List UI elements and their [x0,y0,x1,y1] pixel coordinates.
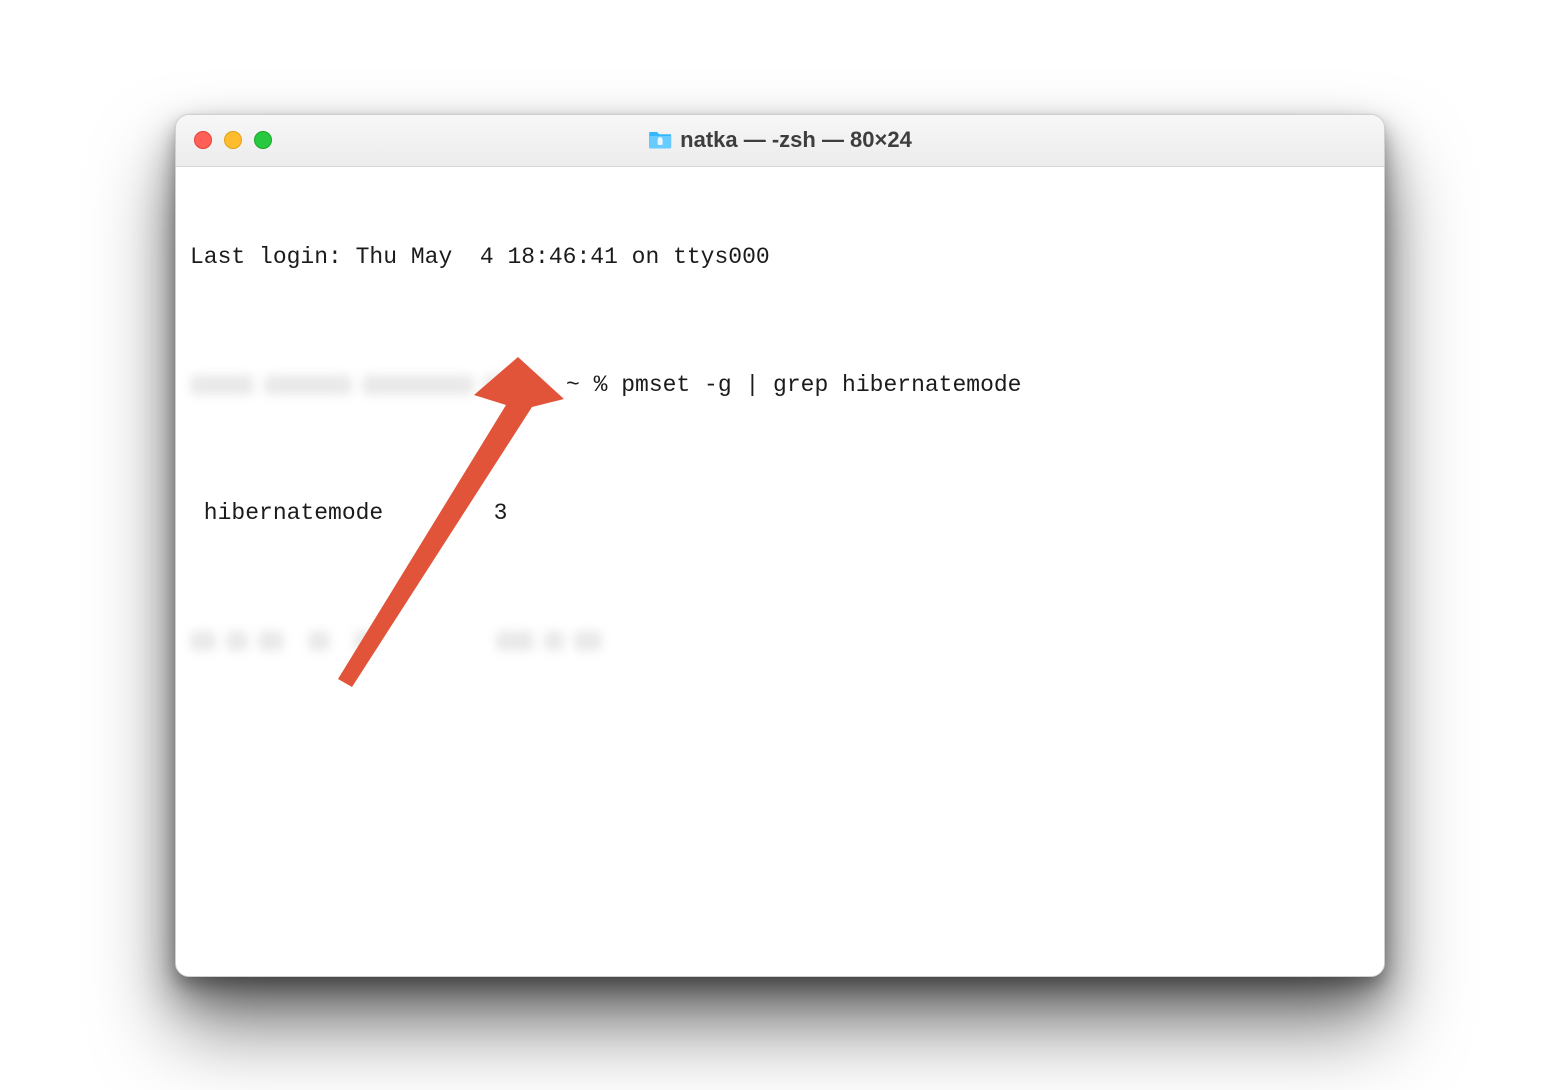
redacted-segment [362,375,474,395]
redacted-segment [264,375,352,395]
window-title: natka — -zsh — 80×24 [648,127,912,153]
last-login-line: Last login: Thu May 4 18:46:41 on ttys00… [190,241,1370,273]
folder-icon [648,130,672,150]
maximize-button[interactable] [254,131,272,149]
redacted-line [190,625,1370,657]
arrow-annotation [314,293,574,623]
redacted-segment [258,631,284,651]
close-button[interactable] [194,131,212,149]
prompt-suffix: ~ % [566,369,621,401]
redacted-segment [226,631,248,651]
redacted-segment [190,375,254,395]
redacted-segment [190,631,216,651]
window-titlebar[interactable]: natka — -zsh — 80×24 [176,115,1384,167]
last-login-text: Last login: Thu May 4 18:46:41 on ttys00… [190,241,770,273]
output-value: 3 [494,497,508,529]
minimize-button[interactable] [224,131,242,149]
terminal-output-area[interactable]: Last login: Thu May 4 18:46:41 on ttys00… [176,167,1384,976]
terminal-window: natka — -zsh — 80×24 Last login: Thu May… [175,114,1385,977]
redacted-segment [354,631,376,651]
window-controls [194,131,272,149]
redacted-segment [308,631,330,651]
output-line: hibernatemode 3 [190,497,1370,529]
redacted-segment [484,375,540,395]
command-text: pmset -g | grep hibernatemode [621,369,1021,401]
prompt-line: ~ % pmset -g | grep hibernatemode [190,369,1370,401]
window-title-text: natka — -zsh — 80×24 [680,127,912,153]
redacted-segment [574,631,602,651]
redacted-segment [496,631,534,651]
output-label: hibernatemode [190,497,494,529]
redacted-segment [544,631,564,651]
